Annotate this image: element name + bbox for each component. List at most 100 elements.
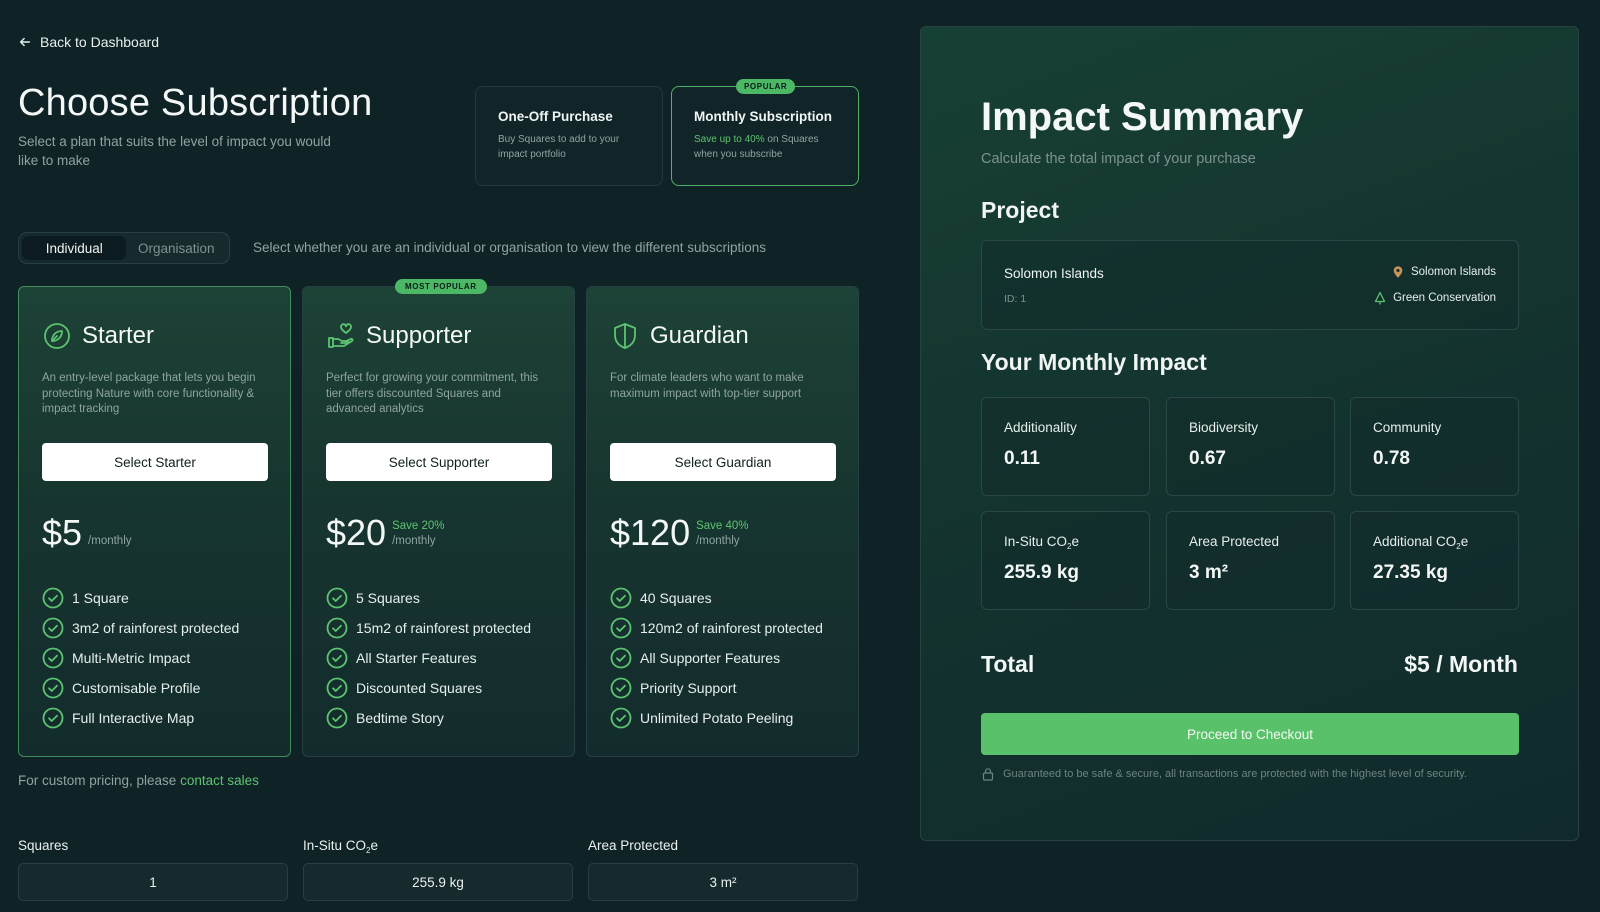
plan-name: Guardian [650, 322, 749, 349]
contact-sales-link[interactable]: contact sales [180, 773, 259, 788]
metric-value: 255.9 kg [1004, 562, 1079, 583]
insitu-co2-field: In-Situ CO2e 255.9 kg [303, 838, 573, 901]
metric-label-a: In-Situ CO [1004, 534, 1068, 549]
summary-title: Impact Summary [981, 95, 1304, 139]
tree-icon [1374, 291, 1386, 305]
feature-label: 3m2 of rainforest protected [72, 620, 240, 636]
feature-label: Full Interactive Map [72, 710, 195, 726]
feature-item: 15m2 of rainforest protected [326, 613, 531, 643]
metric-label-b: e [1071, 534, 1079, 549]
plan-card-supporter: MOST POPULAR Supporter Perfect for growi… [302, 279, 575, 757]
plan-price: $120 [610, 512, 691, 553]
project-location-label: Solomon Islands [1410, 266, 1496, 278]
proceed-to-checkout-button[interactable]: Proceed to Checkout [981, 713, 1519, 755]
metric-label: Biodiversity [1189, 420, 1259, 435]
feature-item: All Starter Features [326, 643, 531, 673]
feature-item: 3m2 of rainforest protected [42, 613, 239, 643]
plan-save: Save 40% [696, 520, 749, 532]
area-protected-label: Area Protected [588, 838, 679, 853]
price-row: $5 /monthly [42, 515, 132, 551]
metric-card-community: Community 0.78 [1350, 397, 1519, 496]
feature-list: 40 Squares 120m2 of rainforest protected… [610, 583, 823, 733]
plan-period: /monthly [392, 535, 436, 547]
project-heading: Project [981, 197, 1059, 223]
plan-price: $5 [42, 512, 83, 553]
feature-item: 120m2 of rainforest protected [610, 613, 823, 643]
plan-period: /monthly [88, 535, 132, 547]
price-meta: Save 20% /monthly [392, 519, 444, 551]
feature-label: All Supporter Features [640, 650, 781, 666]
select-guardian-button[interactable]: Select Guardian [610, 443, 836, 481]
plan-header: Guardian [610, 321, 749, 351]
project-location: Solomon Islands [1391, 265, 1496, 279]
check-circle-icon [610, 707, 632, 729]
secure-note-text: Guaranteed to be safe & secure, all tran… [1003, 768, 1467, 780]
metric-card-biodiversity: Biodiversity 0.67 [1166, 397, 1335, 496]
monthly-desc-highlight: Save up to 40% [694, 134, 765, 145]
plan-name: Supporter [366, 322, 472, 349]
check-circle-icon [42, 587, 64, 609]
feature-item: All Supporter Features [610, 643, 823, 673]
total-label: Total [981, 651, 1035, 677]
price-row: $120 Save 40% /monthly [610, 515, 749, 551]
insitu-co2-label: In-Situ CO2e [303, 838, 573, 855]
price-meta: /monthly [88, 534, 131, 551]
feature-label: Discounted Squares [356, 680, 483, 696]
monthly-subscription-option[interactable]: POPULAR Monthly Subscription Save up to … [671, 79, 859, 186]
feature-item: Multi-Metric Impact [42, 643, 239, 673]
arrow-left-icon [19, 37, 31, 47]
plan-name: Starter [82, 322, 155, 349]
toggle-organisation[interactable]: Organisation [126, 236, 226, 260]
feature-item: Customisable Profile [42, 673, 239, 703]
select-starter-button[interactable]: Select Starter [42, 443, 268, 481]
metric-label: Area Protected [1189, 534, 1280, 549]
squares-label: Squares [18, 838, 69, 853]
squares-field: Squares 1 [18, 838, 288, 901]
project-id: ID: 1 [1004, 293, 1027, 305]
toggle-hint: Select whether you are an individual or … [253, 240, 767, 255]
summary-subtitle: Calculate the total impact of your purch… [981, 151, 1256, 167]
plan-save: Save 20% [392, 520, 445, 532]
impact-summary-panel: Impact Summary Calculate the total impac… [920, 26, 1579, 841]
plan-price: $20 [326, 512, 387, 553]
metric-label-a: Additional CO [1373, 534, 1457, 549]
toggle-individual[interactable]: Individual [22, 236, 127, 260]
one-off-purchase-option[interactable]: One-Off Purchase Buy Squares to add to y… [475, 86, 663, 186]
feature-item: 1 Square [42, 583, 239, 613]
price-meta: Save 40% /monthly [696, 519, 748, 551]
check-circle-icon [326, 677, 348, 699]
plan-header: Supporter [326, 321, 471, 351]
check-circle-icon [610, 587, 632, 609]
select-supporter-button[interactable]: Select Supporter [326, 443, 552, 481]
feature-label: 5 Squares [356, 590, 420, 606]
project-name: Solomon Islands [1004, 266, 1104, 281]
area-protected-field: Area Protected 3 m² [588, 838, 858, 901]
custom-pricing-note: For custom pricing, please contact sales [18, 773, 259, 788]
metric-card-additionality: Additionality 0.11 [981, 397, 1150, 496]
feature-label: 15m2 of rainforest protected [356, 620, 532, 636]
check-circle-icon [610, 677, 632, 699]
metric-value: 27.35 kg [1373, 562, 1448, 583]
one-off-desc: Buy Squares to add to your impact portfo… [498, 134, 620, 160]
check-circle-icon [326, 617, 348, 639]
metric-card-area-protected: Area Protected 3 m² [1166, 511, 1335, 610]
metric-label: Community [1373, 420, 1442, 435]
popular-badge: POPULAR [736, 79, 796, 94]
feature-list: 1 Square 3m2 of rainforest protected Mul… [42, 583, 239, 733]
check-circle-icon [326, 707, 348, 729]
monthly-desc: Save up to 40% on Squares when you subsc… [694, 133, 836, 162]
squares-value[interactable]: 1 [18, 863, 288, 901]
project-card[interactable]: Solomon Islands ID: 1 Solomon Islands Gr… [981, 240, 1519, 330]
feature-label: 120m2 of rainforest protected [640, 620, 823, 636]
check-circle-icon [610, 617, 632, 639]
back-to-dashboard-link[interactable]: Back to Dashboard [18, 34, 159, 50]
project-category-label: Green Conservation [1393, 292, 1496, 304]
feature-item: Bedtime Story [326, 703, 531, 733]
feature-label: 40 Squares [640, 590, 712, 606]
plan-card-guardian: Guardian For climate leaders who want to… [586, 286, 859, 757]
custom-pricing-text: For custom pricing, please [18, 773, 181, 788]
feature-list: 5 Squares 15m2 of rainforest protected A… [326, 583, 531, 733]
insitu-co2-value: 255.9 kg [303, 863, 573, 901]
check-circle-icon [42, 677, 64, 699]
feature-label: 1 Square [72, 590, 129, 606]
